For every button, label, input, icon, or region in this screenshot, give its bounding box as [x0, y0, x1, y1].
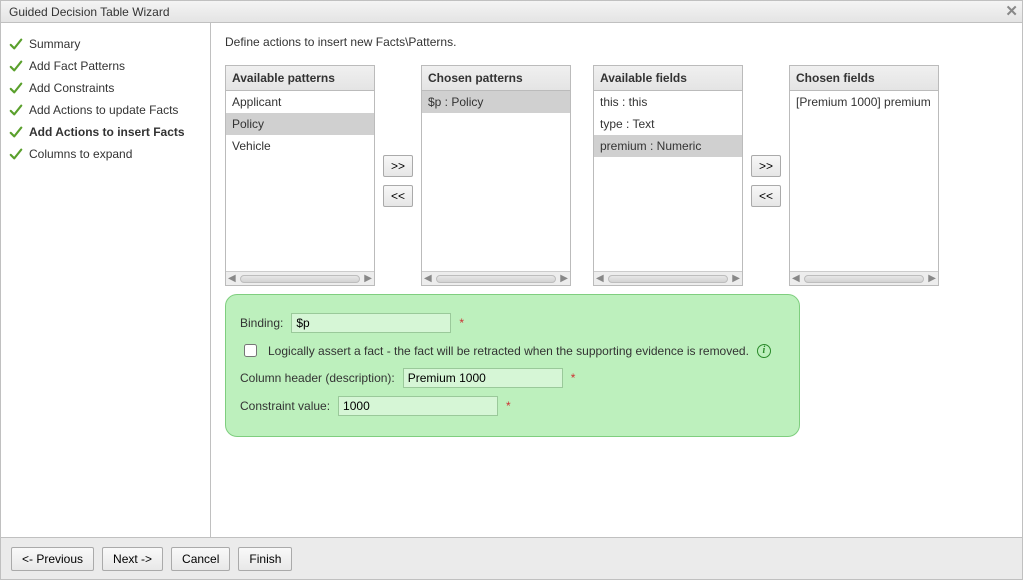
sidebar-step-4[interactable]: Add Actions to insert Facts [7, 121, 204, 143]
available-patterns-header: Available patterns [226, 66, 374, 91]
list-item[interactable]: premium : Numeric [594, 135, 742, 157]
list-item[interactable]: Applicant [226, 91, 374, 113]
scrollbar[interactable]: ◀▶ [422, 271, 570, 285]
info-icon[interactable]: i [757, 344, 771, 358]
available-fields-list: Available fields this : thistype : Textp… [593, 65, 743, 286]
wizard-body: Summary Add Fact Patterns Add Constraints A… [1, 23, 1022, 537]
scrollbar[interactable]: ◀▶ [594, 271, 742, 285]
list-item[interactable]: [Premium 1000] premium [790, 91, 938, 113]
sidebar-step-5[interactable]: Columns to expand [7, 143, 204, 165]
step-label: Add Actions to insert Facts [29, 125, 185, 139]
add-field-button[interactable]: >> [751, 155, 781, 177]
field-move-buttons: >> << [751, 155, 781, 207]
logical-assert-label: Logically assert a fact - the fact will … [268, 344, 749, 358]
binding-label: Binding: [240, 316, 283, 330]
main-panel: Define actions to insert new Facts\Patte… [211, 23, 1022, 537]
add-pattern-button[interactable]: >> [383, 155, 413, 177]
wizard-footer: <- Previous Next -> Cancel Finish [1, 537, 1022, 579]
scrollbar[interactable]: ◀▶ [790, 271, 938, 285]
scrollbar[interactable]: ◀▶ [226, 271, 374, 285]
list-item[interactable]: Policy [226, 113, 374, 135]
remove-pattern-button[interactable]: << [383, 185, 413, 207]
required-icon: * [571, 371, 576, 385]
chosen-fields-list: Chosen fields [Premium 1000] premium ◀▶ [789, 65, 939, 286]
wizard-dialog: Guided Decision Table Wizard ✕ Summary Ad… [1, 1, 1022, 579]
instruction-text: Define actions to insert new Facts\Patte… [225, 35, 1012, 49]
sidebar-step-0[interactable]: Summary [7, 33, 204, 55]
list-item[interactable]: this : this [594, 91, 742, 113]
list-item[interactable]: Vehicle [226, 135, 374, 157]
window-title: Guided Decision Table Wizard [9, 5, 170, 19]
pattern-move-buttons: >> << [383, 155, 413, 207]
chosen-fields-header: Chosen fields [790, 66, 938, 91]
constraint-value-input[interactable] [338, 396, 498, 416]
column-header-label: Column header (description): [240, 371, 395, 385]
cancel-button[interactable]: Cancel [171, 547, 230, 571]
step-label: Add Fact Patterns [29, 59, 125, 73]
available-patterns-list: Available patterns ApplicantPolicyVehicl… [225, 65, 375, 286]
logical-assert-checkbox[interactable] [244, 344, 257, 357]
list-item[interactable]: type : Text [594, 113, 742, 135]
step-label: Add Constraints [29, 81, 114, 95]
step-label: Add Actions to update Facts [29, 103, 178, 117]
step-label: Summary [29, 37, 80, 51]
required-icon: * [506, 399, 511, 413]
list-item[interactable]: $p : Policy [422, 91, 570, 113]
title-bar: Guided Decision Table Wizard ✕ [1, 1, 1022, 23]
details-form: Binding: * Logically assert a fact - the… [225, 294, 800, 437]
remove-field-button[interactable]: << [751, 185, 781, 207]
chosen-patterns-list: Chosen patterns $p : Policy ◀▶ [421, 65, 571, 286]
steps-sidebar: Summary Add Fact Patterns Add Constraints A… [1, 23, 211, 537]
close-icon[interactable]: ✕ [1005, 4, 1018, 19]
transfer-columns: Available patterns ApplicantPolicyVehicl… [225, 65, 1012, 286]
constraint-value-label: Constraint value: [240, 399, 330, 413]
available-fields-header: Available fields [594, 66, 742, 91]
next-button[interactable]: Next -> [102, 547, 163, 571]
required-icon: * [459, 316, 464, 330]
chosen-patterns-header: Chosen patterns [422, 66, 570, 91]
step-label: Columns to expand [29, 147, 132, 161]
sidebar-step-1[interactable]: Add Fact Patterns [7, 55, 204, 77]
sidebar-step-3[interactable]: Add Actions to update Facts [7, 99, 204, 121]
previous-button[interactable]: <- Previous [11, 547, 94, 571]
finish-button[interactable]: Finish [238, 547, 292, 571]
sidebar-step-2[interactable]: Add Constraints [7, 77, 204, 99]
column-header-input[interactable] [403, 368, 563, 388]
binding-input[interactable] [291, 313, 451, 333]
